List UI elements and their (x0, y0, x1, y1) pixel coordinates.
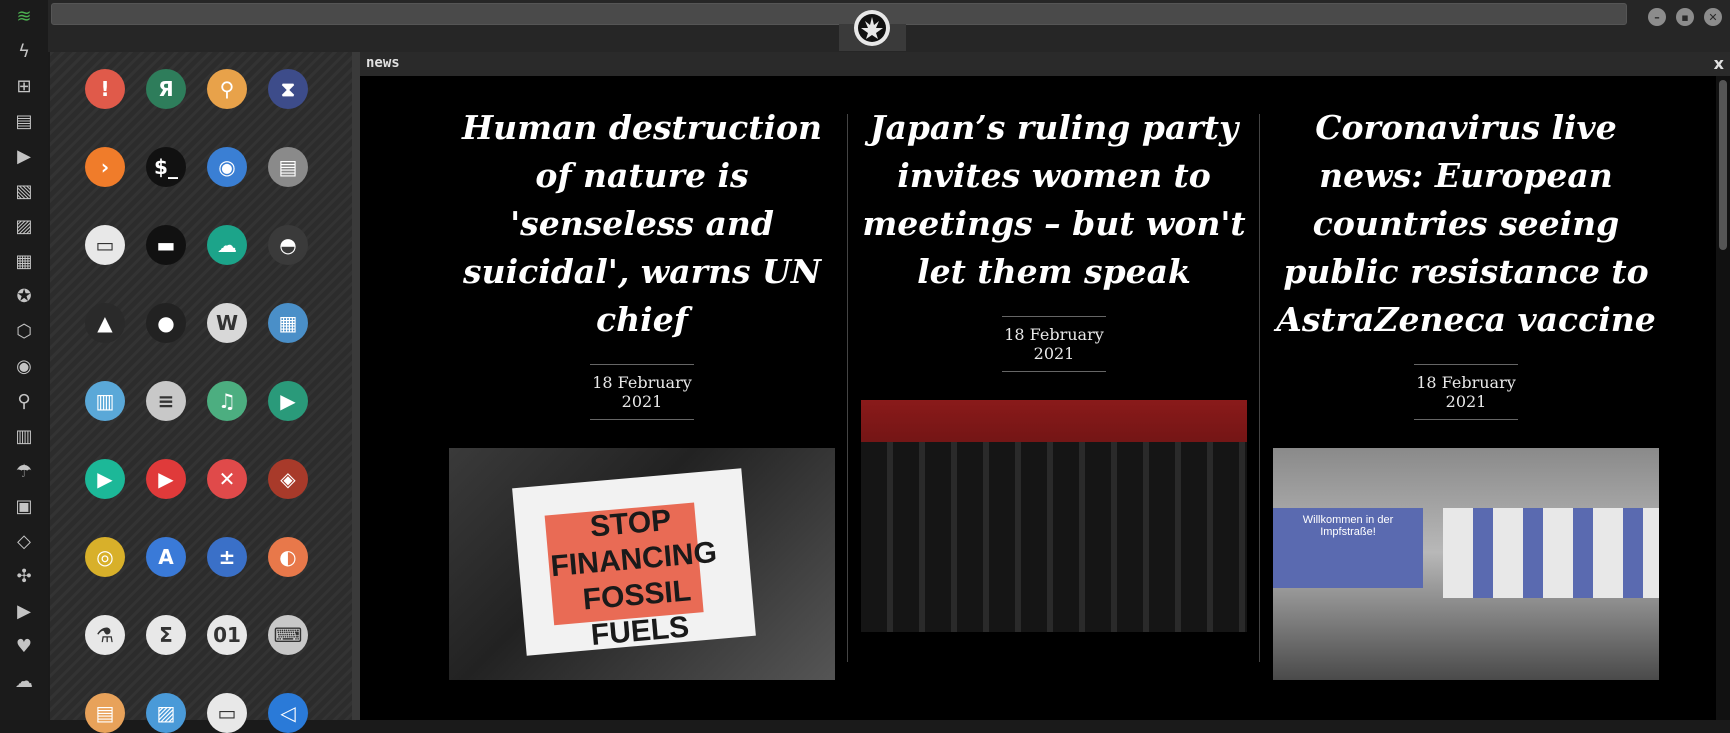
sigma-app-icon[interactable]: Σ (146, 615, 186, 655)
hexagon-icon[interactable]: ⬡ (12, 321, 36, 343)
document-app-icon[interactable]: ≡ (146, 381, 186, 421)
heart-icon[interactable]: ♥ (12, 636, 36, 658)
video-app-icon[interactable]: ▶ (268, 381, 308, 421)
search-app-icon[interactable]: ⚲ (207, 69, 247, 109)
address-bar[interactable] (51, 3, 1627, 25)
bolt-icon[interactable]: ϟ (12, 41, 36, 63)
left-dock: ≋ ϟ ⊞ ▤ ▶ ▧ ▨ ▦ ✪ ⬡ ◉ ⚲ ▥ ☂ ▣ ◇ ✣ ▶ ♥ ☁ (0, 0, 48, 720)
cloud-lock-app-icon[interactable]: ☁ (207, 225, 247, 265)
contact-icon[interactable]: ▣ (12, 496, 36, 518)
vaccination-banner: Willkommen in der Impfstraße! (1273, 508, 1423, 588)
close-app-icon[interactable]: ✕ (207, 459, 247, 499)
banner-text: Willkommen in der Impfstraße! (1302, 514, 1394, 538)
wifi-icon[interactable]: ≋ (12, 6, 36, 28)
rebel-icon[interactable]: ✪ (12, 286, 36, 308)
scrollbar-thumb[interactable] (1719, 80, 1727, 250)
close-window-button[interactable]: ✕ (1704, 8, 1722, 26)
youtube-icon[interactable]: ▶ (12, 601, 36, 623)
github-app-icon[interactable]: ◓ (268, 225, 308, 265)
search-icon[interactable]: ⚲ (12, 391, 36, 413)
cloud-icon[interactable]: ☁ (12, 671, 36, 693)
yandex-app-icon[interactable]: Я (146, 69, 186, 109)
picture-app-icon[interactable]: ▨ (146, 693, 186, 733)
keyboard-app-icon[interactable]: ⌨ (268, 615, 308, 655)
flask-app-icon[interactable]: ⚗ (85, 615, 125, 655)
binary-app-icon[interactable]: 01 (207, 615, 247, 655)
column-divider (1259, 114, 1260, 662)
ironman-app-icon[interactable]: ◈ (268, 459, 308, 499)
article-headline[interactable]: Japan’s ruling party invites women to me… (860, 104, 1248, 296)
article-date: 18 February 2021 (1414, 364, 1518, 420)
news-close-button[interactable]: x (1714, 54, 1724, 73)
expand-icon[interactable]: ✣ (12, 566, 36, 588)
globe-icon[interactable]: ◉ (12, 356, 36, 378)
death-star-app-icon[interactable]: ● (146, 303, 186, 343)
app-launcher-grid: ! Я ⚲ ⧗ › $_ ◉ ▤ ▭ ▬ ☁ ◓ ▲ ● W ▦ ▥ ≡ ♫ ▶ ▶ ▶ ✕ ◈ ◎ A ± ◐ ⚗ Σ 01 ⌨ ▤ ▨ ▭ ◁ (50, 52, 352, 733)
group-of-people (861, 442, 1247, 632)
map-book-icon[interactable]: ▧ (12, 181, 36, 203)
article-photo[interactable]: STOP FINANCING FOSSIL FUELS (449, 448, 835, 680)
news-window-title: news (366, 55, 400, 71)
globe-app-icon[interactable]: ◉ (207, 147, 247, 187)
media-player-app-icon[interactable]: ▶ (85, 459, 125, 499)
protest-sign: STOP FINANCING FOSSIL FUELS (512, 468, 756, 656)
presentation-app-icon[interactable]: ▭ (207, 693, 247, 733)
vscode-app-icon[interactable]: ◁ (268, 693, 308, 733)
news-window: news x Human destruction of nature is 's… (360, 52, 1730, 720)
news-article[interactable]: Human destruction of nature is 'senseles… (448, 104, 836, 680)
world-map-app-icon[interactable]: ▦ (268, 303, 308, 343)
terminal-app-icon[interactable]: $_ (146, 147, 186, 187)
news-titlebar: news x (360, 52, 1730, 76)
terminal-arrow-app-icon[interactable]: › (85, 147, 125, 187)
cloud-app-icon[interactable]: ▬ (146, 225, 186, 265)
youtube-app-icon[interactable]: ▶ (146, 459, 186, 499)
calculator-app-icon[interactable]: ± (207, 537, 247, 577)
article-headline[interactable]: Coronavirus live news: European countrie… (1272, 104, 1660, 344)
rebel-alliance-logo-icon (854, 10, 890, 46)
translate-app-icon[interactable]: A (146, 537, 186, 577)
color-app-icon[interactable]: ◐ (268, 537, 308, 577)
news-article[interactable]: Japan’s ruling party invites women to me… (860, 104, 1248, 632)
sign-text: STOP FINANCING FOSSIL FUELS (549, 503, 719, 652)
music-app-icon[interactable]: ♫ (207, 381, 247, 421)
map-icon[interactable]: ▥ (12, 426, 36, 448)
archive-icon[interactable]: ▤ (12, 111, 36, 133)
play-circle-icon[interactable]: ▶ (12, 146, 36, 168)
server-app-icon[interactable]: ▤ (268, 147, 308, 187)
hourglass-app-icon[interactable]: ⧗ (268, 69, 308, 109)
starfleet-app-icon[interactable]: ▲ (85, 303, 125, 343)
maximize-button[interactable]: ▪ (1676, 8, 1694, 26)
minimize-button[interactable]: – (1648, 8, 1666, 26)
article-photo[interactable]: Willkommen in der Impfstraße! (1273, 448, 1659, 680)
c3po-app-icon[interactable]: ◎ (85, 537, 125, 577)
panel-divider[interactable] (352, 52, 360, 720)
umbrella-icon[interactable]: ☂ (12, 461, 36, 483)
article-headline[interactable]: Human destruction of nature is 'senseles… (448, 104, 836, 344)
warning-app-icon[interactable]: ! (85, 69, 125, 109)
article-photo[interactable] (861, 400, 1247, 632)
article-date: 18 February 2021 (1002, 316, 1106, 372)
windows-icon[interactable]: ⊞ (12, 76, 36, 98)
column-divider (847, 114, 848, 662)
wikipedia-app-icon[interactable]: W (207, 303, 247, 343)
booths (1443, 508, 1659, 598)
news-article[interactable]: Coronavirus live news: European countrie… (1272, 104, 1660, 680)
newspaper-icon[interactable]: ▦ (12, 251, 36, 273)
books-app-icon[interactable]: ▥ (85, 381, 125, 421)
article-date: 18 February 2021 (590, 364, 694, 420)
window-app-icon[interactable]: ▭ (85, 225, 125, 265)
code-icon[interactable]: ◇ (12, 531, 36, 553)
file-app-icon[interactable]: ▤ (85, 693, 125, 733)
image-icon[interactable]: ▨ (12, 216, 36, 238)
